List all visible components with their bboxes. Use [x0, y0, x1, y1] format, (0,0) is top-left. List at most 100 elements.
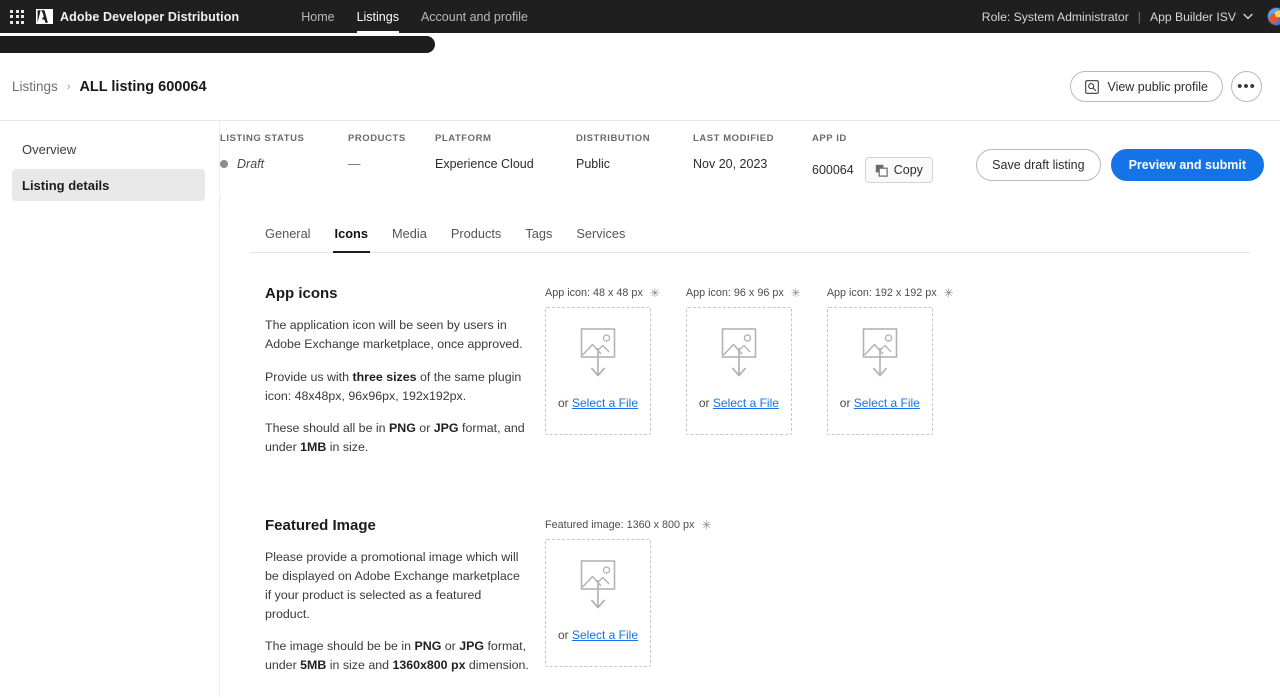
chevron-down-icon [1243, 13, 1253, 20]
organization-label: App Builder ISV [1149, 9, 1236, 24]
brand-logo[interactable]: Adobe Developer Distribution [36, 9, 239, 24]
nav-link-listings[interactable]: Listings [356, 0, 400, 33]
content-area: LISTING STATUS Draft PRODUCTS — PLATFORM… [220, 121, 1280, 697]
meta-last-modified: LAST MODIFIED Nov 20, 2023 [693, 133, 812, 183]
tab-tags[interactable]: Tags [525, 226, 552, 252]
select-a-file-link[interactable]: Select a File [572, 628, 638, 642]
app-icon-96-dropzone[interactable]: or Select a File [685, 307, 792, 435]
drop-label: App icon: 96 x 96 px ✳ [686, 287, 801, 299]
meta-value: — [348, 157, 361, 171]
tab-icons[interactable]: Icons [332, 226, 371, 253]
select-a-file-link[interactable]: Select a File [572, 396, 638, 410]
tab-media[interactable]: Media [392, 226, 427, 252]
required-asterisk-icon: ✳ [649, 286, 660, 300]
brand-name: Adobe Developer Distribution [60, 9, 240, 24]
featured-image-paragraph-1: Please provide a promotional image which… [265, 550, 520, 621]
more-options-button[interactable]: ••• [1231, 71, 1262, 102]
meta-label: PLATFORM [435, 133, 492, 144]
app-id-value: 600064 [812, 163, 854, 177]
listing-details-card: General Icons Media Products Tags Servic… [220, 198, 1280, 697]
avatar[interactable] [1267, 7, 1280, 26]
featured-image-section: Featured Image Please provide a promotio… [250, 471, 1250, 689]
status-badge: Draft [237, 157, 265, 171]
breadcrumb: Listings › ALL listing 600064 [12, 79, 207, 95]
select-a-file-link[interactable]: Select a File [854, 396, 920, 410]
meta-value: Draft [220, 157, 348, 171]
meta-products: PRODUCTS — [348, 133, 435, 183]
meta-value: 600064 Copy [812, 157, 933, 183]
breadcrumb-actions: View public profile ••• [1070, 71, 1262, 102]
select-a-file-link[interactable]: Select a File [713, 396, 779, 410]
featured-image-dropzone[interactable]: or Select a File [545, 539, 651, 668]
app-icon-48-dropzone[interactable]: or Select a File [545, 307, 651, 435]
app-icons-section: App icons The application icon will be s… [250, 253, 1250, 471]
text-emphasis: JPG [459, 639, 485, 654]
drop-cta: or Select a File [558, 396, 638, 410]
text-emphasis: 1360x800 px [392, 658, 466, 673]
app-icon-48-field: App icon: 48 x 48 px ✳ or Select a File [545, 287, 660, 471]
meta-label: DISTRIBUTION [576, 133, 651, 144]
meta-app-id: APP ID 600064 Copy [812, 133, 933, 183]
drop-label-text: App icon: 96 x 96 px [685, 287, 784, 299]
tab-services[interactable]: Services [576, 226, 625, 252]
breadcrumb-bar: Listings › ALL listing 600064 View publi… [0, 53, 1280, 121]
meta-label: LISTING STATUS [220, 133, 305, 144]
nav-right-group: Role: System Administrator | App Builder… [982, 7, 1280, 26]
required-asterisk-icon: ✳ [701, 518, 712, 533]
meta-listing-status: LISTING STATUS Draft [220, 133, 348, 183]
copy-app-id-button[interactable]: Copy [864, 157, 933, 183]
text-emphasis: PNG [389, 421, 416, 436]
save-draft-listing-button[interactable]: Save draft listing [976, 149, 1101, 181]
text-fragment: or [441, 639, 460, 654]
loading-progress-bar [0, 36, 435, 53]
meta-columns: LISTING STATUS Draft PRODUCTS — PLATFORM… [220, 133, 933, 183]
tab-general[interactable]: General [265, 226, 311, 252]
app-icons-paragraph-3: These should all be in PNG or JPG format… [265, 419, 529, 457]
meta-platform: PLATFORM Experience Cloud [435, 133, 576, 183]
text-emphasis: 1MB [300, 440, 327, 455]
drop-or-label: or [839, 396, 851, 410]
sidebar-item-listing-details[interactable]: Listing details [12, 169, 205, 201]
nav-link-home[interactable]: Home [301, 0, 334, 33]
featured-image-field: Featured image: 1360 x 800 px ✳ or Selec… [545, 519, 712, 689]
meta-label: LAST MODIFIED [693, 133, 775, 144]
copy-icon [875, 164, 888, 177]
app-icon-192-dropzone[interactable]: or Select a File [826, 307, 933, 435]
required-asterisk-icon: ✳ [790, 286, 801, 300]
section-title: App icons [265, 285, 338, 302]
drop-or-label: or [557, 396, 569, 410]
text-fragment: The image should be be in [265, 639, 415, 654]
app-icons-paragraph-2: Provide us with three sizes of the same … [265, 368, 529, 406]
drop-label-text: App icon: 48 x 48 px [545, 287, 643, 299]
view-public-profile-button[interactable]: View public profile [1070, 71, 1223, 102]
meta-distribution: DISTRIBUTION Public [576, 133, 693, 183]
breadcrumb-link-listings[interactable]: Listings [12, 79, 58, 94]
featured-image-paragraph-2: The image should be be in PNG or JPG for… [265, 637, 529, 675]
meta-value: Public [576, 157, 611, 171]
drop-label: Featured image: 1360 x 800 px ✳ [545, 519, 712, 531]
top-navigation-bar: Adobe Developer Distribution Home Listin… [0, 0, 1280, 33]
app-grid-icon[interactable] [6, 6, 28, 28]
nav-link-account-and-profile[interactable]: Account and profile [421, 0, 528, 33]
sidebar-item-label: Overview [22, 141, 77, 157]
primary-nav: Home Listings Account and profile [301, 0, 528, 33]
preview-and-submit-button[interactable]: Preview and submit [1110, 149, 1264, 181]
drop-or-label: or [557, 628, 569, 643]
tab-products[interactable]: Products [451, 226, 502, 252]
organization-picker[interactable]: App Builder ISV [1150, 10, 1253, 24]
meta-label: APP ID [812, 133, 847, 144]
text-fragment: in size and [326, 658, 393, 673]
drop-cta: or Select a File [699, 396, 779, 410]
role-label: Role: System Administrator [981, 9, 1129, 24]
text-fragment: These should all be in [265, 421, 389, 436]
text-emphasis: JPG [433, 421, 459, 436]
featured-image-description: Featured Image Please provide a promotio… [265, 517, 545, 689]
text-emphasis: PNG [414, 639, 442, 654]
nav-separator: | [1137, 9, 1141, 24]
sidebar-item-overview[interactable]: Overview [12, 133, 205, 165]
section-title: Featured Image [265, 517, 376, 535]
text-fragment: dimension. [465, 658, 529, 673]
drop-cta: or Select a File [840, 396, 920, 410]
search-in-box-icon [1085, 79, 1100, 94]
image-upload-icon [580, 328, 616, 377]
